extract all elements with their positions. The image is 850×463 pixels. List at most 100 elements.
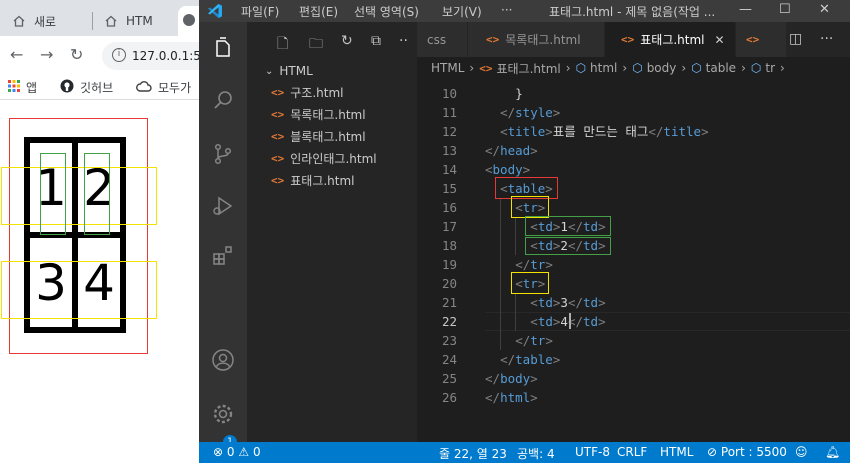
explorer-sidebar: 🗋 🗀 ↻ ⧉ ·· ⌄ HTML <> 구조.html <> 목록태그.html … [247, 22, 417, 442]
editor-tab-overflow[interactable]: <> [736, 22, 786, 57]
code-line: 22 <td>4</td> [417, 312, 850, 331]
bookmark-cloud[interactable]: 모두가 [136, 79, 191, 96]
line-number: 15 [441, 181, 457, 196]
close-tab-icon[interactable]: ✕ [715, 33, 725, 47]
code-line: 20 <tr> [417, 274, 850, 293]
line-number: 25 [441, 371, 457, 386]
error-count: 0 [226, 445, 235, 459]
tab-divider [92, 12, 93, 30]
search-icon[interactable] [211, 88, 235, 112]
code-text: </html> [485, 390, 538, 405]
tab-label: 표태그.html [640, 33, 705, 47]
file-item[interactable]: <> 블록태그.html [271, 128, 366, 145]
back-arrow-icon[interactable]: ← [10, 45, 23, 64]
browser-tab-html[interactable]: HTM [104, 6, 174, 36]
editor-tab-list[interactable]: <> 목록태그.html [468, 22, 604, 57]
encoding-status[interactable]: UTF-8 [575, 445, 610, 459]
code-text: <td>2</td> [530, 238, 606, 253]
bookmark-apps[interactable]: 앱 [8, 79, 37, 96]
breadcrumb-item[interactable]: table [706, 61, 736, 75]
extensions-icon[interactable] [211, 244, 235, 268]
html-file-icon: <> [271, 86, 285, 99]
status-bar: ⊗ 0 ⚠ 0 줄 22, 열 23 공백: 4 UTF-8 CRLF HTML… [199, 442, 850, 463]
breadcrumb-item[interactable]: html [590, 61, 617, 75]
problems-indicator[interactable]: ⊗ 0 ⚠ 0 [213, 445, 261, 459]
warning-count: 0 [252, 445, 261, 459]
breadcrumb-item[interactable]: 표태그.html [496, 60, 560, 77]
menu-view[interactable]: 보기(V) [442, 3, 482, 20]
table-cell: 1 [27, 140, 75, 235]
code-line: 12 <title>표를 만드는 태그</title> [417, 122, 850, 141]
line-number: 18 [441, 238, 457, 253]
explorer-icon[interactable] [211, 36, 235, 60]
more-actions-icon[interactable]: ··· [820, 31, 833, 47]
menu-file[interactable]: 파일(F) [241, 3, 279, 20]
html-file-icon: <> [621, 33, 635, 46]
forward-arrow-icon[interactable]: → [40, 45, 53, 64]
folder-html[interactable]: ⌄ HTML [265, 64, 313, 78]
split-editor-icon[interactable]: ◫ [789, 31, 802, 47]
code-text: <body> [485, 162, 531, 177]
language-mode[interactable]: HTML [660, 445, 693, 459]
source-control-icon[interactable] [211, 142, 235, 166]
bookmark-github[interactable]: 깃허브 [60, 79, 113, 96]
new-folder-icon[interactable]: 🗀 [309, 33, 323, 57]
account-icon[interactable] [211, 348, 235, 372]
file-item[interactable]: <> 구조.html [271, 84, 343, 101]
close-window-icon[interactable]: ✕ [819, 2, 830, 17]
cursor-position[interactable]: 줄 22, 열 23 [439, 445, 507, 462]
home-icon [12, 14, 26, 28]
file-item[interactable]: <> 표태그.html [271, 172, 355, 189]
run-debug-icon[interactable] [211, 194, 235, 218]
code-text: </style> [500, 105, 561, 120]
vscode-logo-icon [207, 3, 223, 22]
menu-more[interactable]: ··· [501, 3, 512, 17]
address-bar[interactable]: i 127.0.0.1:5 [102, 42, 212, 70]
file-item[interactable]: <> 인라인태그.html [271, 150, 377, 167]
table-cell: 2 [75, 140, 123, 235]
live-server-port[interactable]: ⊘ Port : 5500 [707, 445, 787, 459]
file-item[interactable]: <> 목록태그.html [271, 106, 366, 123]
breadcrumb-item[interactable]: body [647, 61, 677, 75]
menu-selection[interactable]: 선택 영역(S) [354, 3, 419, 20]
code-line: 25 </body> [417, 369, 850, 388]
text-cursor [569, 313, 572, 329]
refresh-icon[interactable]: ↻ [341, 33, 353, 49]
code-editor[interactable]: 10} 11 </style> 12 <title>표를 만드는 태그</title> 1… [417, 79, 850, 442]
code-line: 18 <td>2</td> [417, 236, 850, 255]
reload-icon[interactable]: ↻ [70, 45, 83, 64]
activity-bar: 1 [199, 22, 247, 449]
editor-tab-css[interactable]: css [417, 22, 467, 57]
html-file-icon: <> [746, 33, 760, 46]
line-number: 26 [441, 390, 457, 405]
browser-tab-active[interactable] [178, 6, 200, 36]
line-number: 12 [441, 124, 457, 139]
symbol-icon: ⬡ [750, 61, 762, 75]
code-line: 19 </tr> [417, 255, 850, 274]
github-icon [60, 79, 74, 96]
settings-gear-icon[interactable] [211, 402, 235, 426]
info-icon[interactable]: i [112, 48, 126, 62]
code-text: <tr> [515, 200, 546, 215]
editor-tab-table[interactable]: <> 표태그.html ✕ [605, 22, 735, 57]
file-label: 구조.html [290, 86, 344, 100]
minimize-icon[interactable]: — [739, 2, 752, 17]
breadcrumb-item[interactable]: tr [765, 61, 775, 75]
bell-icon[interactable]: 🔔︎ [825, 445, 840, 459]
code-line: 15 <table> [417, 179, 850, 198]
more-actions-icon[interactable]: ·· [399, 33, 408, 49]
collapse-all-icon[interactable]: ⧉ [371, 33, 381, 49]
browser-tab-bar: 새로 HTM [0, 0, 200, 36]
code-line: 11 </style> [417, 103, 850, 122]
browser-tab-new[interactable]: 새로 [12, 6, 92, 36]
feedback-icon[interactable]: ☺ [795, 445, 808, 459]
browser-toolbar: ← → ↻ i 127.0.0.1:5 [0, 36, 212, 72]
breadcrumb-item[interactable]: HTML [431, 61, 464, 75]
symbol-icon: ⬡ [691, 61, 702, 75]
indentation-status[interactable]: 공백: 4 [517, 445, 555, 462]
new-file-icon[interactable]: 🗋 [277, 33, 288, 57]
symbol-icon: ⬡ [575, 61, 587, 75]
maximize-icon[interactable]: ☐ [779, 2, 791, 17]
eol-status[interactable]: CRLF [617, 445, 647, 459]
menu-edit[interactable]: 편집(E) [299, 3, 338, 20]
